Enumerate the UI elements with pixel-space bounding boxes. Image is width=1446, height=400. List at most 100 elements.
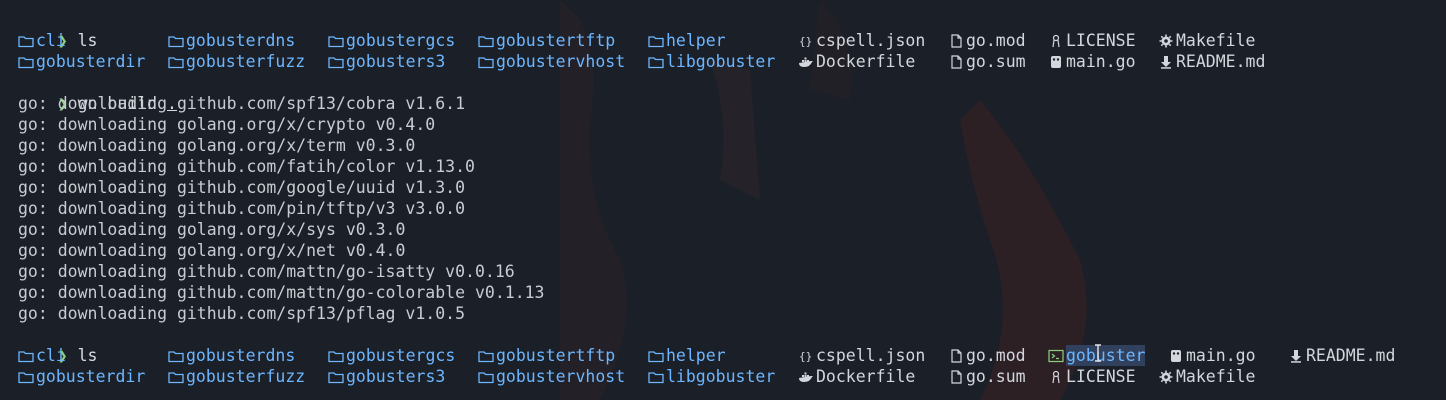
ls-entry-gobusterfuzz[interactable]: gobusterfuzz <box>168 51 305 72</box>
ls-entry-dockerfile[interactable]: Dockerfile <box>798 366 915 387</box>
ls-entry-gobustertftp[interactable]: gobustertftp <box>478 345 615 366</box>
ls-entry-name: gobusterdns <box>186 346 296 365</box>
ls-entry-cli[interactable]: cli <box>18 345 66 366</box>
folder-icon <box>328 55 344 69</box>
ls-entry-helper[interactable]: helper <box>648 345 726 366</box>
ls-entry-readme-md[interactable]: README.md <box>1288 345 1395 366</box>
ls-entry-helper[interactable]: helper <box>648 30 726 51</box>
ls-entry-name: Makefile <box>1176 31 1256 50</box>
ls-entry-name: LICENSE <box>1066 367 1136 386</box>
svg-text:{}: {} <box>799 35 812 48</box>
folder-icon <box>478 34 494 48</box>
ls-entry-name: libgobuster <box>666 52 776 71</box>
ls-entry-dockerfile[interactable]: Dockerfile <box>798 51 915 72</box>
gear-icon <box>1158 34 1174 48</box>
command-line-go-build: ❯ go build . <box>18 72 1446 113</box>
ls-entry-gobustertftp[interactable]: gobustertftp <box>478 30 615 51</box>
ls-entry-gobusterfuzz[interactable]: gobusterfuzz <box>168 366 305 387</box>
ls-entry-gobusterdns[interactable]: gobusterdns <box>168 345 295 366</box>
ls-entry-libgobuster[interactable]: libgobuster <box>648 366 775 387</box>
folder-icon <box>328 370 344 384</box>
folder-icon <box>648 349 664 363</box>
ls-entry-name: cli <box>36 31 66 50</box>
download-log-line: go: downloading github.com/spf13/cobra v… <box>18 94 466 113</box>
folder-icon <box>648 370 664 384</box>
download-arrow-icon <box>1158 55 1174 69</box>
ls-entry-gobusters3[interactable]: gobusters3 <box>328 366 445 387</box>
ls-entry-makefile[interactable]: Makefile <box>1158 366 1255 387</box>
ls-entry-name: helper <box>666 346 726 365</box>
download-log-line: go: downloading github.com/pin/tftp/v3 v… <box>18 199 466 218</box>
ls-entry-main-go[interactable]: main.go <box>1048 51 1136 72</box>
ls-output-row: cli gobusterdns gobustergcs gobustertftp hel… <box>18 30 1446 51</box>
download-log-line: go: downloading golang.org/x/crypto v0.4… <box>18 115 436 134</box>
ls-entry-gobustervhost[interactable]: gobustervhost <box>478 366 625 387</box>
download-log-line: go: downloading github.com/spf13/pflag v… <box>18 304 466 323</box>
ls-entry-name: main.go <box>1066 52 1136 71</box>
ls-entry-name: helper <box>666 31 726 50</box>
ls-entry-name: gobusterdir <box>36 52 146 71</box>
ls-entry-name: gobustervhost <box>496 367 626 386</box>
ls-entry-gobustervhost[interactable]: gobustervhost <box>478 51 625 72</box>
ls-entry-go-sum[interactable]: go.sum <box>948 366 1026 387</box>
download-log-line: go: downloading golang.org/x/net v0.4.0 <box>18 241 406 260</box>
ls-output-row: gobusterdir gobusterfuzz gobusters3 gobuste… <box>18 51 1446 72</box>
ls-entry-name: gobuster <box>1066 345 1146 366</box>
ls-entry-cspell-json[interactable]: {} cspell.json <box>798 345 925 366</box>
docker-icon <box>798 370 814 384</box>
ls-entry-gobusterdns[interactable]: gobusterdns <box>168 30 295 51</box>
ls-entry-name: Dockerfile <box>816 367 916 386</box>
gear-icon <box>1158 370 1174 384</box>
ls-entry-name: gobusterfuzz <box>186 52 306 71</box>
command-line-ls-2: ❯ ls <box>18 324 1446 365</box>
ibeam-cursor-icon <box>1094 344 1102 362</box>
json-braces-icon: {} <box>798 34 814 48</box>
go-gopher-icon <box>1168 349 1184 363</box>
ls-entry-gobusters3[interactable]: gobusters3 <box>328 51 445 72</box>
ls-entry-name: cspell.json <box>816 31 926 50</box>
ls-entry-cli[interactable]: cli <box>18 30 66 51</box>
download-arrow-icon <box>1288 349 1304 363</box>
ls-entry-go-mod[interactable]: go.mod <box>948 345 1026 366</box>
ls-entry-main-go[interactable]: main.go <box>1168 345 1256 366</box>
ls-entry-libgobuster[interactable]: libgobuster <box>648 51 775 72</box>
ls-entry-go-mod[interactable]: go.mod <box>948 30 1026 51</box>
ls-entry-gobustergcs[interactable]: gobustergcs <box>328 345 455 366</box>
download-log: go: downloading github.com/spf13/cobra v… <box>18 93 1446 324</box>
terminal-icon <box>1048 349 1064 363</box>
ls-entry-cspell-json[interactable]: {} cspell.json <box>798 30 925 51</box>
ls-entry-license[interactable]: LICENSE <box>1048 30 1136 51</box>
folder-icon <box>168 349 184 363</box>
folder-icon <box>648 34 664 48</box>
folder-icon <box>648 55 664 69</box>
ls-entry-gobustergcs[interactable]: gobustergcs <box>328 30 455 51</box>
terminal-output: ❯ ls cli gobusterdns gobustergcs gobustertf… <box>18 9 1446 387</box>
ls-entry-name: README.md <box>1176 52 1266 71</box>
ls-entry-gobusterdir[interactable]: gobusterdir <box>18 51 145 72</box>
ls-entry-makefile[interactable]: Makefile <box>1158 30 1255 51</box>
ls-entry-readme-md[interactable]: README.md <box>1158 51 1265 72</box>
ls-entry-name: main.go <box>1186 346 1256 365</box>
ls-entry-name: gobusterfuzz <box>186 367 306 386</box>
download-log-line: go: downloading github.com/mattn/go-isat… <box>18 262 515 281</box>
license-icon <box>1048 34 1064 48</box>
ls-entry-go-sum[interactable]: go.sum <box>948 51 1026 72</box>
download-log-line: go: downloading github.com/fatih/color v… <box>18 157 475 176</box>
ls-entry-name: Dockerfile <box>816 52 916 71</box>
file-icon <box>948 348 964 363</box>
ls-entry-name: gobustergcs <box>346 31 456 50</box>
ls-entry-name: go.sum <box>966 367 1026 386</box>
ls-entry-license[interactable]: LICENSE <box>1048 366 1136 387</box>
ls-output-row: gobusterdir gobusterfuzz gobusters3 gobuste… <box>18 366 1446 387</box>
go-gopher-icon <box>1048 55 1064 69</box>
ls-entry-gobusterdir[interactable]: gobusterdir <box>18 366 145 387</box>
docker-icon <box>798 55 814 69</box>
ls-entry-name: gobustergcs <box>346 346 456 365</box>
folder-icon <box>18 349 34 363</box>
file-icon <box>948 33 964 48</box>
ls-entry-name: README.md <box>1306 346 1396 365</box>
ls-entry-name: gobusterdns <box>186 31 296 50</box>
folder-icon <box>328 349 344 363</box>
command-line-ls-1: ❯ ls <box>18 9 1446 50</box>
ls-entry-name: gobustervhost <box>496 52 626 71</box>
